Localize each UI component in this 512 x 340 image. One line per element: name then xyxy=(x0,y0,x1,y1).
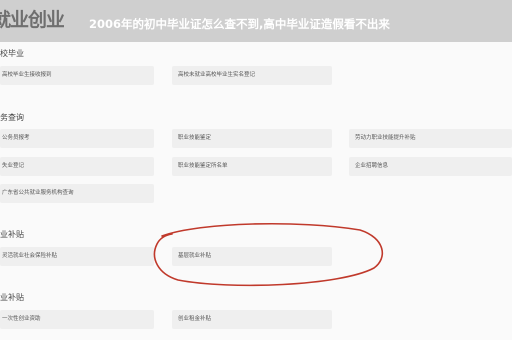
service-card-startup-rent-subsidy[interactable]: 创业租金补贴 xyxy=(172,310,332,329)
service-card-unemployment-registration[interactable]: 失业登记 xyxy=(0,157,154,176)
headline-overlay: 2006年的初中毕业证怎么查不到,高中毕业证造假看不出来 xyxy=(89,17,390,31)
service-card-startup-funding[interactable]: 一次性创业资助 xyxy=(0,310,154,329)
service-card-skill-upgrade-subsidy[interactable]: 劳动力职业技能提升补贴 xyxy=(349,129,512,148)
service-card-appraisal-institutions[interactable]: 职业技能鉴定所名单 xyxy=(172,157,332,176)
service-card-grassroots-employment-subsidy[interactable]: 基层就业补贴 xyxy=(172,247,332,266)
section-title-subsidy: 业补贴 xyxy=(0,230,24,239)
service-card-public-employment-agencies[interactable]: 广东省公共就业服务机构查询 xyxy=(0,184,154,203)
section-title-startup-subsidy: 业补贴 xyxy=(0,293,24,302)
service-card-job-postings[interactable]: 企业招聘信息 xyxy=(349,157,512,176)
section-title-graduates: 校毕业 xyxy=(0,49,24,58)
service-card-unemployed-registration[interactable]: 高校未就业高校毕业生实名登记 xyxy=(172,66,332,85)
brand-title: 就业创业 xyxy=(0,9,64,31)
service-card-skill-appraisal[interactable]: 职业技能鉴定 xyxy=(172,129,332,148)
service-card-graduate-report[interactable]: 高校毕业生接收报到 xyxy=(0,66,154,85)
header-banner: 就业创业 2006年的初中毕业证怎么查不到,高中毕业证造假看不出来 xyxy=(0,0,512,42)
service-card-civil-service-exam[interactable]: 公务员报考 xyxy=(0,129,154,148)
service-card-flexible-employment-insurance[interactable]: 灵活就业社会保险补贴 xyxy=(0,247,154,266)
section-title-query: 务查询 xyxy=(0,113,24,122)
